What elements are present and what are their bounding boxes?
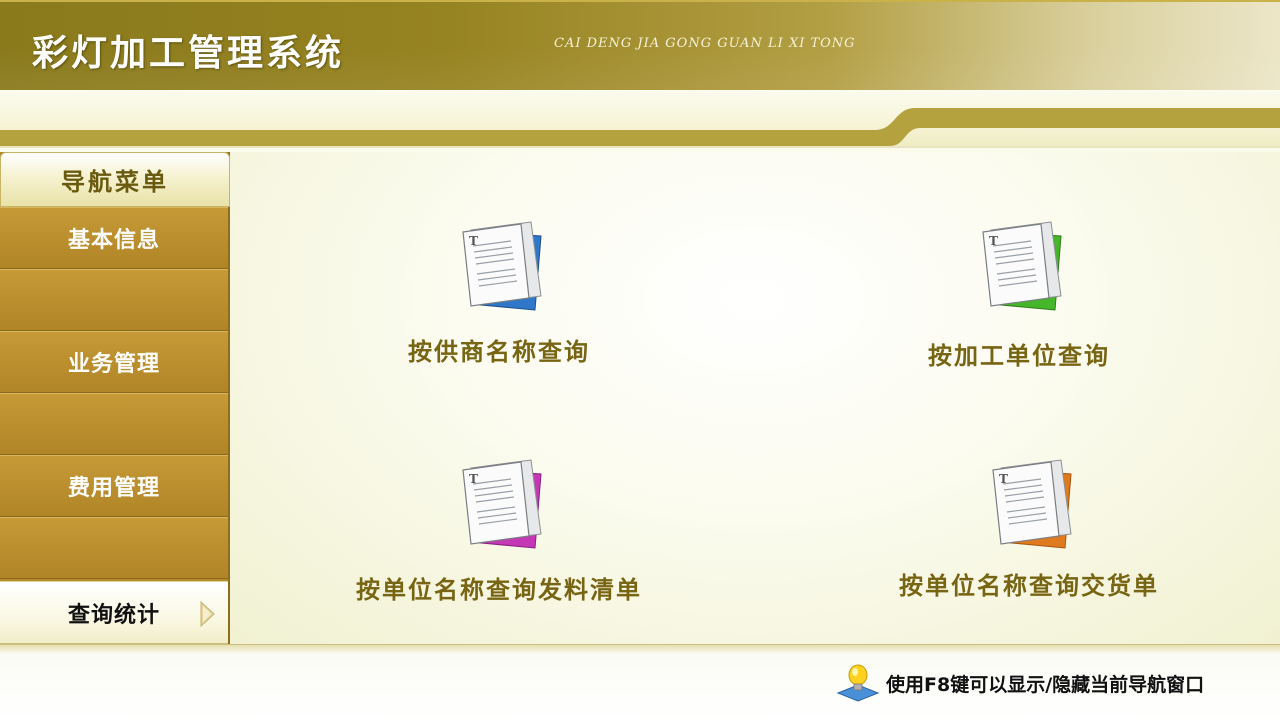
chevron-right-icon (198, 600, 216, 634)
nav-sidebar: 导航菜单 基本信息 业务管理 费用管理 查询统计 (0, 152, 230, 644)
sidebar-item-label: 业务管理 (67, 352, 160, 377)
main-content: T 按供商名称查询 T 按加工单位查询 T 按单位名称查询发料清单 T 按单位名… (230, 152, 1280, 644)
sidebar-item-expenses[interactable]: 费用管理 (0, 455, 228, 517)
band-swoosh (0, 108, 1280, 148)
header-band (0, 90, 1280, 148)
sidebar-item-empty[interactable] (0, 393, 228, 455)
sidebar-item-label: 基本信息 (67, 228, 160, 253)
sidebar-item-query-stats[interactable]: 查询统计 (0, 581, 228, 644)
tile-label: 按供商名称查询 (408, 338, 590, 366)
svg-text:T: T (469, 234, 478, 248)
document-orange-icon: T (992, 459, 1072, 549)
sidebar-item-label: 查询统计 (67, 602, 160, 628)
f8-tip-text: 使用F8键可以显示/隐藏当前导航窗口 (886, 673, 1205, 696)
app-title: 彩灯加工管理系统 (32, 33, 345, 74)
sidebar-item-empty[interactable] (0, 517, 228, 579)
tile-label: 按单位名称查询交货单 (899, 572, 1159, 600)
document-green-icon: T (982, 221, 1062, 311)
sidebar-item-basic-info[interactable]: 基本信息 (0, 207, 228, 269)
lightbulb-icon (836, 664, 880, 702)
document-blue-icon: T (462, 221, 542, 311)
query-delivery-note-tile[interactable]: T 按单位名称查询交货单 (869, 450, 1189, 620)
document-magenta-icon: T (462, 459, 542, 549)
app-header: 彩灯加工管理系统 CAI DENG JIA GONG GUAN LI XI TO… (0, 0, 1280, 90)
svg-text:T: T (469, 472, 478, 486)
sidebar-item-label: 费用管理 (67, 476, 160, 501)
tile-label: 按加工单位查询 (928, 342, 1110, 370)
svg-text:T: T (999, 472, 1008, 486)
query-material-list-tile[interactable]: T 按单位名称查询发料清单 (339, 450, 659, 620)
nav-header: 导航菜单 (0, 152, 230, 207)
status-footer: 使用F8键可以显示/隐藏当前导航窗口 (0, 644, 1280, 721)
app-subtitle: CAI DENG JIA GONG GUAN LI XI TONG (554, 36, 856, 51)
sidebar-item-empty[interactable] (0, 269, 228, 331)
svg-text:T: T (989, 234, 998, 248)
sidebar-item-business[interactable]: 业务管理 (0, 331, 228, 393)
f8-tip: 使用F8键可以显示/隐藏当前导航窗口 (836, 663, 1204, 703)
tile-label: 按单位名称查询发料清单 (356, 576, 642, 604)
query-by-supplier-tile[interactable]: T 按供商名称查询 (339, 212, 659, 382)
query-by-processing-unit-tile[interactable]: T 按加工单位查询 (859, 212, 1179, 382)
